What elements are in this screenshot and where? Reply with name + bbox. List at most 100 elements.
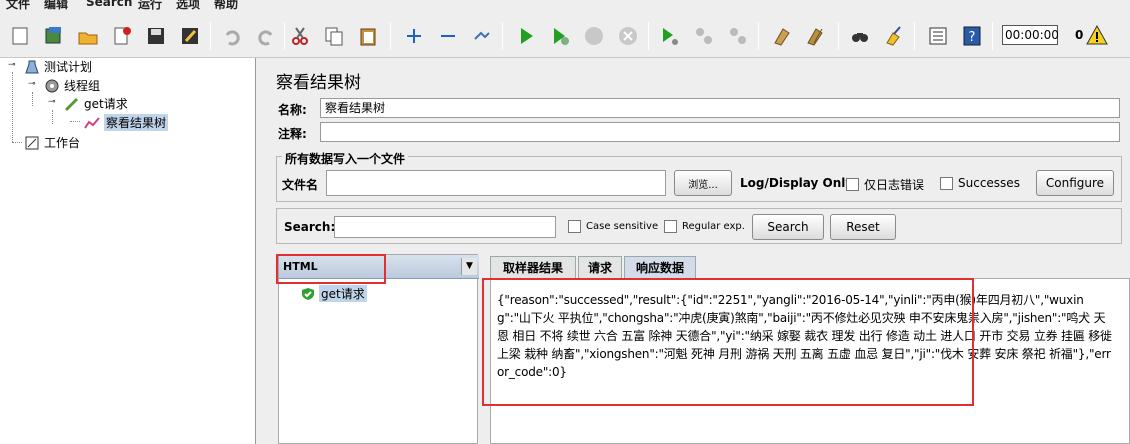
remote-start-button[interactable] — [656, 22, 684, 50]
copy-icon — [325, 27, 343, 46]
stop-icon — [585, 27, 603, 45]
tab-request[interactable]: 请求 — [578, 256, 622, 278]
templates-button[interactable] — [40, 22, 68, 50]
checkbox-box[interactable] — [846, 178, 859, 191]
toggle-button[interactable] — [468, 22, 496, 50]
menu-run[interactable]: 运行 — [138, 0, 162, 12]
thread-group-icon — [45, 79, 59, 92]
help-icon: ? — [963, 26, 981, 46]
new-button[interactable] — [6, 22, 34, 50]
paste-button[interactable] — [354, 22, 382, 50]
tree-node-label: 线程组 — [64, 79, 101, 93]
warning-icon[interactable] — [1086, 24, 1108, 46]
successes-checkbox[interactable]: Successes — [940, 176, 1020, 190]
error-count: 0 — [1075, 28, 1084, 42]
tree-expand-toggle[interactable]: ⊸ — [8, 60, 16, 70]
comment-field[interactable] — [320, 122, 1120, 142]
save-icon — [148, 28, 164, 44]
shutdown-button[interactable] — [614, 22, 642, 50]
case-sensitive-checkbox[interactable]: Case sensitive — [568, 220, 658, 233]
new-icon — [12, 27, 28, 45]
name-field[interactable]: 察看结果树 — [320, 98, 1120, 118]
chevron-down-icon[interactable]: ▼ — [461, 258, 477, 275]
checkbox-box[interactable] — [568, 220, 581, 233]
menu-search[interactable]: Search — [86, 0, 132, 9]
test-plan-icon — [25, 60, 39, 73]
copy-button[interactable] — [320, 22, 348, 50]
start-no-pauses-button[interactable] — [546, 22, 574, 50]
regular-exp-checkbox[interactable]: Regular exp. — [664, 220, 745, 233]
collapse-button[interactable] — [434, 22, 462, 50]
tree-line — [70, 121, 80, 122]
renderer-select[interactable]: HTML ▼ — [279, 255, 479, 279]
menu-options[interactable]: 选项 — [176, 0, 200, 12]
result-item[interactable]: get请求 — [301, 285, 367, 302]
name-label: 名称: — [278, 103, 307, 117]
close-icon — [114, 27, 131, 45]
errors-only-label: 仅日志错误 — [864, 178, 925, 192]
tree-node-workbench[interactable]: 工作台 — [24, 134, 80, 151]
tree-line — [12, 142, 22, 143]
results-tree-pane: HTML ▼ get请求 — [278, 254, 479, 444]
redo-button[interactable] — [252, 22, 280, 50]
toolbar-separator — [838, 22, 839, 50]
cut-button[interactable] — [286, 22, 314, 50]
open-icon — [78, 32, 98, 45]
reset-search-button[interactable] — [880, 22, 908, 50]
start-button[interactable] — [512, 22, 540, 50]
tree-node-sampler[interactable]: get请求 — [64, 95, 128, 112]
clear-button[interactable] — [768, 22, 796, 50]
save-as-button[interactable] — [176, 22, 204, 50]
search-input[interactable] — [334, 216, 556, 238]
search-button[interactable]: Search — [752, 214, 824, 240]
redo-icon — [258, 30, 273, 46]
expand-button[interactable] — [400, 22, 428, 50]
remote-shutdown-button[interactable] — [724, 22, 752, 50]
tree-node-test-plan[interactable]: 测试计划 — [24, 58, 92, 75]
comment-label: 注释: — [278, 127, 307, 141]
close-button[interactable] — [108, 22, 136, 50]
remote-stop-button[interactable] — [690, 22, 718, 50]
save-button[interactable] — [142, 22, 170, 50]
checkbox-box[interactable] — [664, 220, 677, 233]
response-data-pane: {"reason":"successed","result":{"id":"22… — [490, 278, 1130, 444]
open-button[interactable] — [74, 22, 102, 50]
tab-response-data[interactable]: 响应数据 — [624, 256, 696, 278]
toolbar-separator — [390, 22, 391, 50]
menu-file[interactable]: 文件 — [6, 0, 30, 12]
svg-text:?: ? — [969, 30, 976, 45]
configure-button[interactable]: Configure — [1036, 170, 1114, 196]
help-button[interactable]: ? — [958, 22, 986, 50]
clear-icon — [774, 28, 790, 46]
toolbar-separator — [992, 22, 993, 50]
tree-node-label: 测试计划 — [44, 60, 93, 74]
tab-sampler-result[interactable]: 取样器结果 — [490, 256, 576, 278]
toolbar-separator — [210, 22, 211, 50]
tree-expand-toggle[interactable]: ⊸ — [48, 97, 56, 107]
filename-input[interactable] — [326, 170, 666, 196]
case-sensitive-label: Case sensitive — [586, 221, 659, 232]
menu-edit[interactable]: 编辑 — [44, 0, 68, 12]
browse-button[interactable]: 浏览... — [674, 170, 732, 196]
menu-help[interactable]: 帮助 — [214, 0, 238, 12]
workbench-icon — [25, 136, 39, 149]
toolbar-separator — [758, 22, 759, 50]
stop-button[interactable] — [580, 22, 608, 50]
listener-icon — [84, 116, 100, 129]
clear-all-button[interactable] — [802, 22, 830, 50]
checkbox-box[interactable] — [940, 176, 953, 190]
reset-button[interactable]: Reset — [830, 214, 896, 240]
undo-icon — [225, 30, 240, 46]
search-label: Search: — [284, 220, 336, 234]
tree-line — [12, 72, 13, 142]
search-button-toolbar[interactable] — [846, 22, 874, 50]
result-item-label: get请求 — [319, 285, 367, 302]
undo-button[interactable] — [218, 22, 246, 50]
tree-node-listener[interactable]: 察看结果树 — [84, 114, 169, 131]
tree-node-thread-group[interactable]: 线程组 — [44, 77, 100, 94]
errors-only-checkbox[interactable]: 仅日志错误 — [846, 176, 924, 193]
sampler-icon — [64, 97, 79, 111]
toolbar-separator — [284, 22, 285, 50]
tree-expand-toggle[interactable]: ⊸ — [28, 79, 36, 89]
function-helper-button[interactable] — [924, 22, 952, 50]
